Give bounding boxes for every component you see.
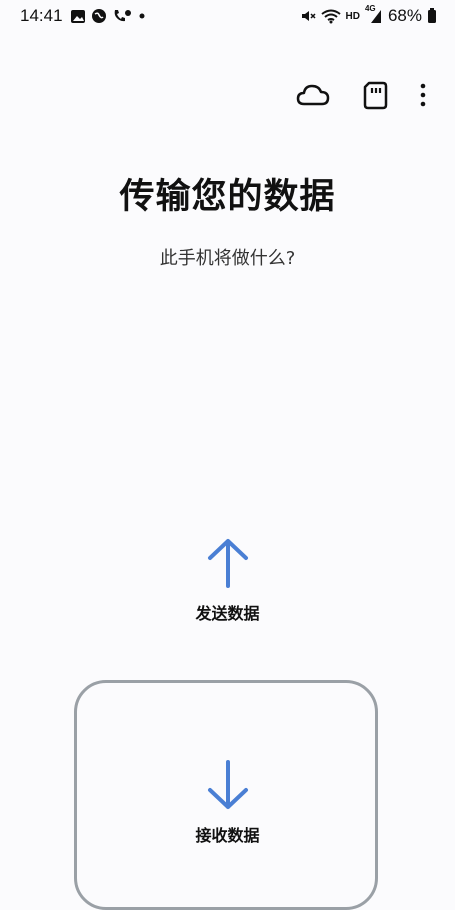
more-options-icon[interactable] xyxy=(414,80,432,110)
image-icon xyxy=(71,9,85,23)
cloud-icon[interactable] xyxy=(296,80,330,110)
mute-icon xyxy=(301,11,316,21)
down-arrow-icon[interactable] xyxy=(205,758,251,812)
page-subtitle: 此手机将做什么? xyxy=(159,248,296,269)
battery-percent: 68% xyxy=(387,6,422,25)
status-time: 14:41 xyxy=(20,6,63,25)
globe-icon xyxy=(92,9,106,23)
up-arrow-icon[interactable] xyxy=(205,536,251,590)
phone-location-icon xyxy=(114,10,131,22)
wifi-icon xyxy=(320,9,341,24)
4g-signal-icon: 4G xyxy=(365,4,383,24)
hd-badge: HD xyxy=(345,10,360,22)
receive-data-button[interactable]: 接收数据 xyxy=(0,822,455,846)
status-left-icons xyxy=(70,8,147,24)
status-bar: 14:41 HD 4G 68% xyxy=(0,0,455,32)
sd-card-icon[interactable] xyxy=(362,80,390,110)
send-data-button[interactable]: 发送数据 xyxy=(0,600,455,624)
page-title: 传输您的数据 xyxy=(119,177,336,217)
battery-icon xyxy=(428,8,436,23)
status-right-icons: HD 4G 68% xyxy=(300,4,437,26)
dot-icon xyxy=(139,13,145,19)
